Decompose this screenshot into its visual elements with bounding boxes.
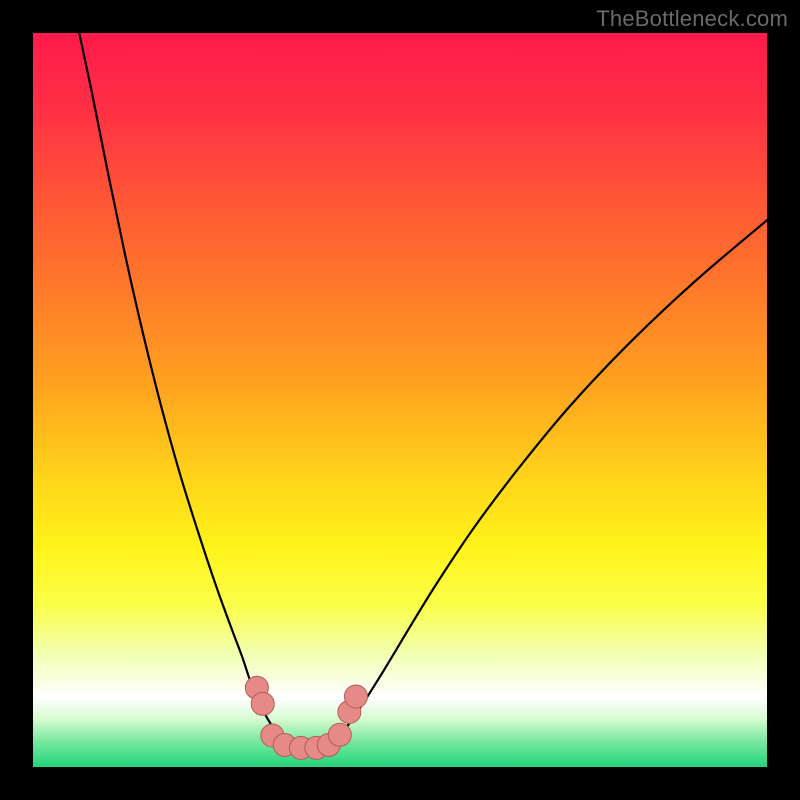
data-marker (344, 685, 367, 708)
chart-frame: TheBottleneck.com (0, 0, 800, 800)
marker-group (245, 676, 367, 759)
right-curve (327, 220, 767, 746)
data-marker (328, 723, 351, 746)
curves-layer (33, 33, 767, 767)
watermark-text: TheBottleneck.com (596, 6, 788, 32)
data-marker (251, 692, 274, 715)
left-curve (79, 33, 297, 746)
plot-area (33, 33, 767, 767)
